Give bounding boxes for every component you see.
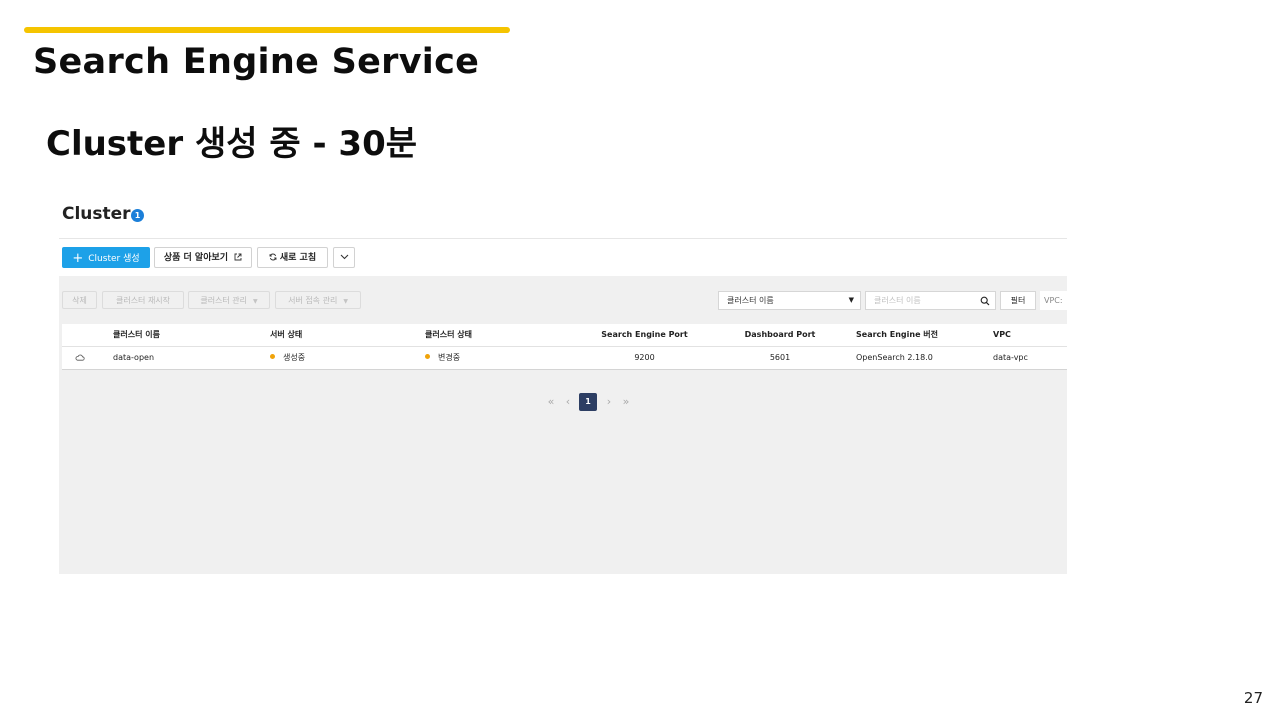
manage-cluster-dropdown[interactable]: 클러스터 관리 ▼ [188, 291, 270, 309]
console-header: Cluster 1 [59, 196, 1067, 239]
caret-down-icon: ▼ [848, 296, 854, 304]
create-cluster-button[interactable]: + Cluster 생성 [62, 247, 150, 268]
manage-cluster-label: 클러스터 관리 [200, 296, 248, 305]
cluster-list-area: 삭제 클러스터 재시작 클러스터 관리 ▼ 서버 접속 관리 ▼ 클러스터 이름 ▼… [59, 276, 1067, 574]
page-title: Cluster [62, 204, 131, 224]
learn-more-button[interactable]: 상품 더 알아보기 [154, 247, 252, 268]
status-dot [425, 354, 430, 359]
server-status-text: 생성중 [283, 353, 306, 362]
delete-button[interactable]: 삭제 [62, 291, 97, 309]
last-page-icon[interactable]: » [620, 393, 632, 411]
next-page-icon[interactable]: › [603, 393, 615, 411]
delete-label: 삭제 [72, 296, 87, 305]
caret-down-icon: ▼ [343, 298, 348, 305]
cluster-status-text: 변경중 [438, 353, 461, 362]
filter-label: 필터 [1010, 296, 1026, 305]
previous-page-icon[interactable]: ‹ [562, 393, 574, 411]
server-status-cell: 생성중 [270, 347, 305, 369]
first-page-icon[interactable]: « [545, 393, 557, 411]
column-header[interactable]: Search Engine 버전 [856, 324, 938, 346]
vpc-filter-label: VPC: [1044, 296, 1063, 305]
search-field-select[interactable]: 클러스터 이름 ▼ [718, 291, 861, 310]
current-page-button[interactable]: 1 [579, 393, 597, 411]
restart-cluster-label: 클러스터 재시작 [115, 296, 171, 305]
cluster-status-cell: 변경중 [425, 347, 460, 369]
search-box [865, 291, 996, 310]
column-header[interactable]: 서버 상태 [270, 324, 302, 346]
cloud-icon [75, 347, 85, 369]
table-header-row: 클러스터 이름 서버 상태 클러스터 상태 Search Engine Port… [62, 324, 1067, 347]
refresh-label: 새로 고침 [279, 253, 317, 263]
caret-down-icon: ▼ [253, 298, 258, 305]
server-access-dropdown[interactable]: 서버 접속 관리 ▼ [275, 291, 361, 309]
column-header[interactable]: 클러스터 이름 [113, 324, 160, 346]
search-port-cell: 9200 [634, 353, 655, 362]
plus-icon: + [72, 251, 84, 266]
refresh-icon [269, 249, 277, 270]
slide-subtitle: Cluster 생성 중 - 30분 [46, 124, 418, 164]
restart-cluster-button[interactable]: 클러스터 재시작 [102, 291, 184, 309]
table-row[interactable]: data-open 생성중 변경중 9200 5601 OpenSearch 2… [62, 347, 1067, 370]
cluster-count-badge: 1 [131, 209, 144, 222]
server-access-label: 서버 접속 관리 [288, 296, 338, 305]
vpc-filter[interactable]: VPC: [1040, 291, 1067, 310]
console-screenshot: Cluster 1 + Cluster 생성 상품 더 알아보기 새로 고침 삭제… [59, 196, 1067, 574]
column-header[interactable]: Dashboard Port [735, 324, 825, 346]
version-cell: OpenSearch 2.18.0 [856, 353, 933, 362]
chevron-down-icon [340, 254, 348, 260]
search-icon[interactable] [980, 295, 990, 312]
refresh-button[interactable]: 새로 고침 [257, 247, 328, 268]
filter-button[interactable]: 필터 [1000, 291, 1036, 310]
slide-title: Search Engine Service [33, 42, 480, 82]
search-input[interactable] [874, 296, 974, 305]
column-header[interactable]: 클러스터 상태 [425, 324, 472, 346]
search-field-value: 클러스터 이름 [727, 296, 774, 305]
more-actions-button[interactable] [333, 247, 355, 268]
cluster-table: 클러스터 이름 서버 상태 클러스터 상태 Search Engine Port… [62, 324, 1067, 370]
status-dot [270, 354, 275, 359]
column-header[interactable]: VPC [993, 324, 1011, 346]
vpc-cell: data-vpc [993, 353, 1028, 362]
title-accent-bar [24, 27, 510, 33]
dashboard-port-cell: 5601 [769, 353, 791, 362]
page-number: 27 [1243, 689, 1263, 707]
learn-more-label: 상품 더 알아보기 [163, 253, 229, 263]
cluster-name-cell[interactable]: data-open [113, 347, 154, 369]
external-link-icon [234, 249, 242, 270]
create-cluster-label: Cluster 생성 [88, 254, 140, 264]
column-header[interactable]: Search Engine Port [597, 324, 692, 346]
